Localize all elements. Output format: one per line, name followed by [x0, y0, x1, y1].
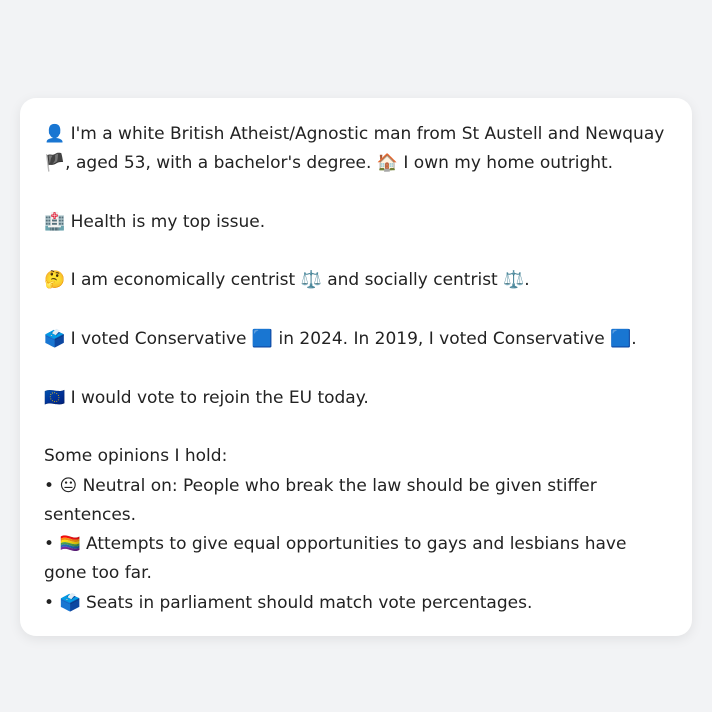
- eu-line: 🇪🇺 I would vote to rejoin the EU today.: [44, 384, 668, 413]
- health-text: Health is my top issue.: [70, 211, 266, 232]
- economics-text-3: .: [524, 270, 530, 291]
- opinion-item: • 🏳️‍🌈 Attempts to give equal opportunit…: [44, 530, 668, 589]
- voting-line: 🗳️ I voted Conservative 🟦 in 2024. In 20…: [44, 325, 668, 354]
- voting-text-1: I voted Conservative: [70, 329, 247, 350]
- economics-text-1: I am economically centrist: [70, 270, 296, 291]
- scales-icon: ⚖️: [300, 270, 322, 291]
- rainbow-flag-icon: 🏳️‍🌈: [59, 534, 81, 555]
- house-icon: 🏠: [376, 153, 398, 174]
- health-line: 🏥 Health is my top issue.: [44, 208, 668, 237]
- opinion-text: Attempts to give equal opportunities to …: [44, 534, 627, 584]
- eu-flag-icon: 🇪🇺: [44, 387, 66, 408]
- economics-line: 🤔 I am economically centrist ⚖️ and soci…: [44, 266, 668, 295]
- bullet: •: [44, 592, 55, 613]
- message-bubble: 👤 I'm a white British Atheist/Agnostic m…: [20, 98, 692, 637]
- ballot-box-icon: 🗳️: [59, 592, 81, 613]
- bubble-tail: [42, 612, 78, 634]
- opinion-item: • 😐 Neutral on: People who break the law…: [44, 472, 668, 531]
- blue-square-icon: 🟦: [251, 329, 274, 350]
- voting-text-3: .: [631, 329, 637, 350]
- opinion-text: Seats in parliament should match vote pe…: [86, 592, 533, 613]
- opinions-heading: Some opinions I hold:: [44, 446, 228, 467]
- home-text: I own my home outright.: [403, 153, 614, 174]
- bullet: •: [44, 475, 55, 496]
- opinion-item: • 🗳️ Seats in parliament should match vo…: [44, 589, 668, 618]
- voting-text-2: in 2024. In 2019, I voted Conservative: [278, 329, 605, 350]
- thinking-face-icon: 🤔: [44, 270, 66, 291]
- england-flag-icon: 🏴: [44, 153, 66, 174]
- ballot-box-icon: 🗳️: [44, 329, 66, 350]
- economics-text-2: and socially centrist: [327, 270, 498, 291]
- blue-square-icon: 🟦: [610, 329, 632, 350]
- opinion-text: Neutral on: People who break the law sho…: [44, 475, 597, 525]
- intro-text: I'm a white British Atheist/Agnostic man…: [70, 124, 665, 144]
- scales-icon: ⚖️: [503, 270, 525, 291]
- intro-text-2: , aged 53, with a bachelor's degree.: [65, 153, 372, 174]
- bullet: •: [44, 534, 55, 555]
- person-icon: 👤: [44, 124, 66, 144]
- eu-text: I would vote to rejoin the EU today.: [70, 387, 369, 408]
- intro-line: 👤 I'm a white British Atheist/Agnostic m…: [44, 120, 668, 179]
- hospital-icon: 🏥: [44, 211, 66, 232]
- neutral-face-icon: 😐: [59, 475, 78, 496]
